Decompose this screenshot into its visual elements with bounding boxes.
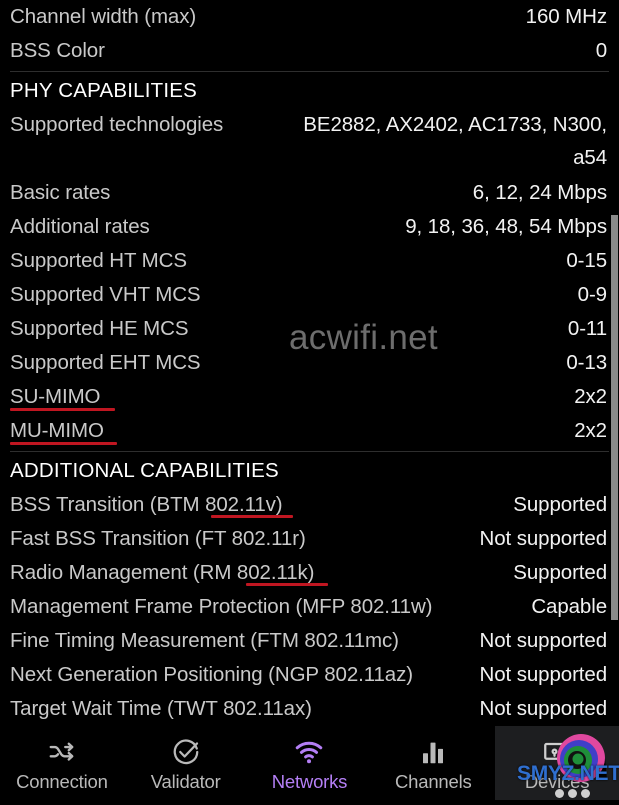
row-value: 160 MHz <box>525 5 607 28</box>
table-row: Fast BSS Transition (FT 802.11r) Not sup… <box>0 522 619 556</box>
capabilities-scroll-area[interactable]: Channel width (max) 160 MHz BSS Color 0 … <box>0 0 619 726</box>
row-value: Not supported <box>479 697 608 720</box>
row-value: 6, 12, 24 Mbps <box>472 181 607 204</box>
table-row: Basic rates 6, 12, 24 Mbps <box>0 176 619 210</box>
row-label: Additional rates <box>10 215 150 238</box>
row-label: Fast BSS Transition (FT 802.11r) <box>10 527 306 550</box>
table-row: Management Frame Protection (MFP 802.11w… <box>0 590 619 624</box>
tab-networks[interactable]: Networks <box>248 726 372 800</box>
row-label: Channel width (max) <box>10 5 197 28</box>
table-row: BSS Transition (BTM 802.11v) Supported <box>0 488 619 522</box>
section-header-phy: PHY CAPABILITIES <box>0 74 619 108</box>
section-header-additional: ADDITIONAL CAPABILITIES <box>0 454 619 488</box>
row-label: Supported technologies <box>10 113 224 136</box>
tab-devices[interactable]: Devices <box>495 726 619 800</box>
bar-chart-icon <box>423 742 444 764</box>
row-value: 0 <box>595 39 607 62</box>
annotation-underline-su-mimo <box>10 408 115 411</box>
bottom-navigation-bar: Connection Validator Networks Channels D… <box>0 726 619 800</box>
tab-label: Networks <box>271 771 348 792</box>
tab-label: Connection <box>16 771 108 792</box>
row-value: 2x2 <box>574 419 607 442</box>
tab-validator[interactable]: Validator <box>124 726 248 800</box>
table-row: Target Wait Time (TWT 802.11ax) Not supp… <box>0 692 619 726</box>
section-title: PHY CAPABILITIES <box>10 79 198 102</box>
row-value: Not supported <box>479 663 608 686</box>
row-value: 0-13 <box>566 351 607 374</box>
tab-channels[interactable]: Channels <box>371 726 495 800</box>
row-value: 2x2 <box>574 385 607 408</box>
row-label: Supported HE MCS <box>10 317 189 340</box>
row-label: BSS Color <box>10 39 105 62</box>
row-value: Supported <box>513 561 607 584</box>
table-row: Supported HT MCS 0-15 <box>0 244 619 278</box>
row-label: Basic rates <box>10 181 111 204</box>
annotation-underline-80211v <box>211 515 293 518</box>
tab-label: Devices <box>524 771 590 792</box>
table-row: Fine Timing Measurement (FTM 802.11mc) N… <box>0 624 619 658</box>
row-label: Supported EHT MCS <box>10 351 201 374</box>
annotation-underline-mu-mimo <box>10 442 117 445</box>
table-row: Supported EHT MCS 0-13 <box>0 346 619 380</box>
row-value: 9, 18, 36, 48, 54 Mbps <box>405 215 607 238</box>
row-label: Supported VHT MCS <box>10 283 201 306</box>
vertical-scrollbar[interactable] <box>611 215 618 620</box>
table-row: MU-MIMO 2x2 <box>0 414 619 448</box>
row-label: Management Frame Protection (MFP 802.11w… <box>10 595 433 618</box>
table-row: Supported VHT MCS 0-9 <box>0 278 619 312</box>
table-row: BSS Color 0 <box>0 34 619 68</box>
row-value: Capable <box>531 595 607 618</box>
row-label: Fine Timing Measurement (FTM 802.11mc) <box>10 629 399 652</box>
tab-connection[interactable]: Connection <box>0 726 124 800</box>
row-label: Target Wait Time (TWT 802.11ax) <box>10 697 312 720</box>
row-value: Supported <box>513 493 607 516</box>
row-value: 0-9 <box>577 283 607 306</box>
row-label: Supported HT MCS <box>10 249 187 272</box>
table-row: Supported technologies BE2882, AX2402, A… <box>0 108 619 176</box>
row-value: Not supported <box>479 527 608 550</box>
section-divider <box>10 71 609 72</box>
table-row: Channel width (max) 160 MHz <box>0 0 619 34</box>
row-value: 0-15 <box>566 249 607 272</box>
table-row: Next Generation Positioning (NGP 802.11a… <box>0 658 619 692</box>
wifi-icon <box>296 741 323 764</box>
table-row: Additional rates 9, 18, 36, 48, 54 Mbps <box>0 210 619 244</box>
section-divider <box>10 451 609 452</box>
shuffle-icon <box>49 742 74 761</box>
devices-icon <box>544 742 571 760</box>
table-row: SU-MIMO 2x2 <box>0 380 619 414</box>
table-row: Supported HE MCS 0-11 <box>0 312 619 346</box>
table-row: Radio Management (RM 802.11k) Supported <box>0 556 619 590</box>
row-value: Not supported <box>479 629 608 652</box>
row-value: 0-11 <box>567 317 607 340</box>
row-label: Next Generation Positioning (NGP 802.11a… <box>10 663 413 686</box>
row-value: BE2882, AX2402, AC1733, N300, a54 <box>303 113 607 169</box>
annotation-underline-80211k <box>246 583 328 586</box>
check-circle-icon <box>173 739 199 765</box>
tab-label: Channels <box>395 771 472 792</box>
tab-label: Validator <box>150 771 221 792</box>
section-title: ADDITIONAL CAPABILITIES <box>10 459 279 482</box>
